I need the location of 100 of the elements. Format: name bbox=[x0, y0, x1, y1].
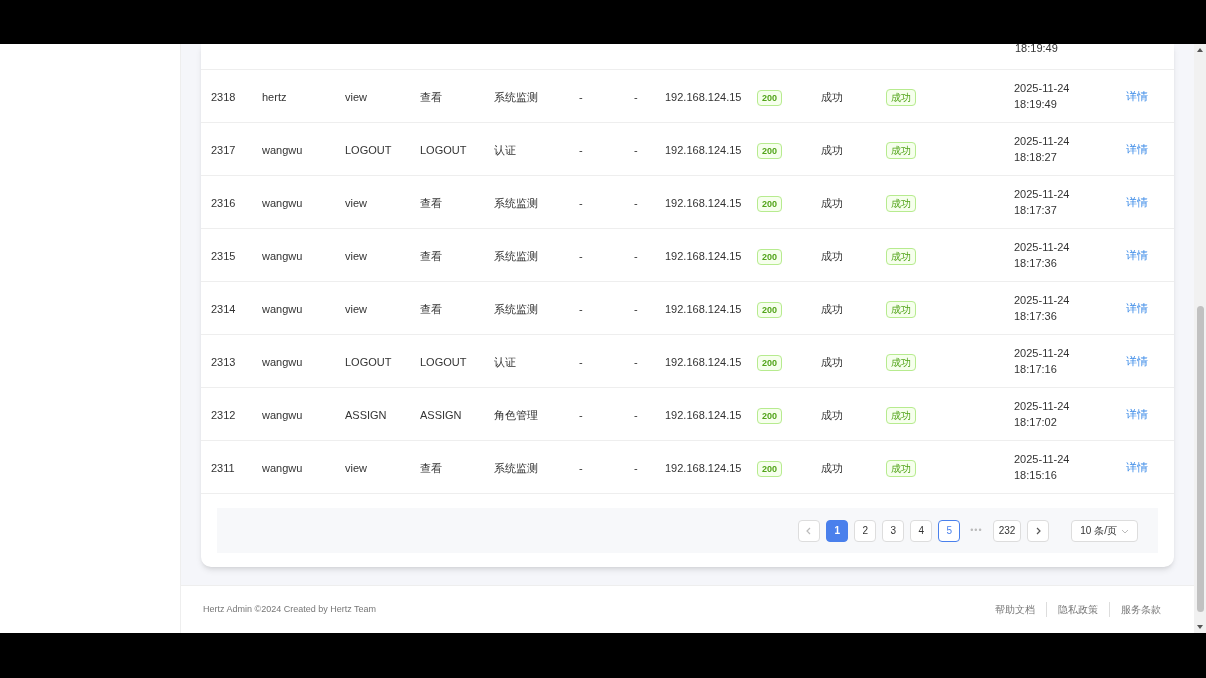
table-cell: ASSIGN bbox=[345, 409, 387, 421]
table-cell-text: 18:15:16 bbox=[1014, 468, 1058, 483]
table-cell-text: 2025-11-24 bbox=[1014, 81, 1071, 96]
previous-page-button[interactable] bbox=[798, 519, 821, 542]
table-cell: 成功 bbox=[821, 144, 843, 156]
table-cell: hertz bbox=[262, 91, 287, 103]
table-cell-text: 2025-11-24 bbox=[1014, 346, 1071, 361]
table-cell-text: 2025-11-24 bbox=[1014, 240, 1071, 255]
details-link[interactable]: 详情 bbox=[1126, 246, 1148, 264]
table-cell: 查看 bbox=[420, 462, 442, 474]
ellipsis: ••• bbox=[969, 523, 984, 537]
table-cell: - bbox=[634, 462, 638, 474]
table-cell: - bbox=[579, 409, 583, 421]
status-tag: 成功 bbox=[886, 248, 916, 265]
copyright-text: Hertz Admin ©2024 Created by Hertz Team bbox=[203, 602, 377, 616]
status-code-tag: 200 bbox=[757, 408, 783, 424]
table-cell: 2313 bbox=[211, 356, 236, 368]
next-page-button[interactable] bbox=[1027, 519, 1050, 542]
table-cell-text: 18:17:37 bbox=[1014, 203, 1058, 218]
table-cell: 18:19:49 bbox=[1015, 42, 1058, 54]
details-link[interactable]: 详情 bbox=[1126, 87, 1148, 105]
details-link[interactable]: 详情 bbox=[1126, 140, 1148, 158]
table-cell: 查看 bbox=[420, 250, 442, 262]
table-cell: 成功 bbox=[821, 197, 843, 209]
table-cell: LOGOUT bbox=[420, 144, 467, 156]
details-link[interactable]: 详情 bbox=[1126, 299, 1148, 317]
status-code-tag: 200 bbox=[757, 355, 783, 371]
table-cell: 认证 bbox=[494, 356, 516, 368]
table-cell: 192.168.124.15 bbox=[665, 91, 742, 103]
status-tag: 成功 bbox=[886, 354, 916, 371]
page-button[interactable]: 2 bbox=[854, 519, 877, 542]
table-cell: 成功 bbox=[821, 303, 843, 315]
table-cell: 2318 bbox=[211, 91, 236, 103]
table-cell: 192.168.124.15 bbox=[665, 409, 742, 421]
table-cell-text: 18:19:49 bbox=[1014, 97, 1058, 112]
table-cell: 角色管理 bbox=[494, 409, 538, 421]
table-cell: ASSIGN bbox=[420, 409, 462, 421]
table-cell: wangwu bbox=[262, 303, 303, 315]
table-cell: wangwu bbox=[262, 356, 303, 368]
status-code-tag: 200 bbox=[757, 196, 783, 212]
table-cell: 查看 bbox=[420, 303, 442, 315]
scrollbar-thumb[interactable] bbox=[1196, 306, 1204, 612]
table-cell: 2317 bbox=[211, 144, 236, 156]
table-cell: 2316 bbox=[211, 197, 236, 209]
table-cell: wangwu bbox=[262, 197, 303, 209]
details-link[interactable]: 详情 bbox=[1126, 193, 1148, 211]
table-cell: - bbox=[579, 462, 583, 474]
page-button[interactable]: 1 bbox=[826, 519, 849, 542]
footer-link[interactable]: 服务条款 bbox=[1109, 602, 1172, 617]
table-cell: LOGOUT bbox=[345, 144, 392, 156]
table-cell: 成功 bbox=[821, 91, 843, 103]
table-cell: - bbox=[579, 303, 583, 315]
table-cell: - bbox=[579, 144, 583, 156]
table-cell: 2315 bbox=[211, 250, 236, 262]
table-cell: - bbox=[634, 144, 638, 156]
page-button[interactable]: 232 bbox=[992, 519, 1022, 542]
table-cell: 成功 bbox=[821, 462, 843, 474]
table-cell: 系统监测 bbox=[494, 91, 538, 103]
status-code-tag: 200 bbox=[757, 302, 783, 318]
footer-link[interactable]: 隐私政策 bbox=[1046, 602, 1109, 617]
table-cell: 成功 bbox=[821, 409, 843, 421]
table-cell: 192.168.124.15 bbox=[665, 356, 742, 368]
table-cell: - bbox=[634, 409, 638, 421]
page-size-select[interactable]: 10 条/页 bbox=[1071, 519, 1138, 542]
table-cell: 2314 bbox=[211, 303, 236, 315]
status-code-tag: 200 bbox=[757, 90, 783, 106]
table-cell: - bbox=[634, 356, 638, 368]
table-cell: 2312 bbox=[211, 409, 236, 421]
page-button[interactable]: 3 bbox=[882, 519, 905, 542]
table-cell: 成功 bbox=[821, 250, 843, 262]
table-cell-text: 18:17:16 bbox=[1014, 362, 1058, 377]
table-cell: LOGOUT bbox=[345, 356, 392, 368]
table-cell-text: 18:17:36 bbox=[1014, 256, 1058, 271]
table-cell-text: 2025-11-24 bbox=[1014, 134, 1071, 149]
table-cell-text: 2025-11-24 bbox=[1014, 293, 1071, 308]
status-tag: 成功 bbox=[886, 89, 916, 106]
details-link[interactable]: 详情 bbox=[1126, 458, 1148, 476]
details-link[interactable]: 详情 bbox=[1126, 352, 1148, 370]
table-cell: 系统监测 bbox=[494, 303, 538, 315]
table-cell-text: 2025-11-24 bbox=[1014, 399, 1071, 414]
scroll-up-icon bbox=[1196, 46, 1204, 54]
table-cell: 192.168.124.15 bbox=[665, 197, 742, 209]
table-cell: 192.168.124.15 bbox=[665, 303, 742, 315]
table-cell: 192.168.124.15 bbox=[665, 144, 742, 156]
table-cell-text: 2025-11-24 bbox=[1014, 452, 1071, 467]
page-button[interactable]: 5 bbox=[938, 519, 961, 542]
details-link[interactable]: 详情 bbox=[1126, 405, 1148, 423]
table-cell: 查看 bbox=[420, 91, 442, 103]
status-tag: 成功 bbox=[886, 142, 916, 159]
table-cell: wangwu bbox=[262, 144, 303, 156]
status-code-tag: 200 bbox=[757, 249, 783, 265]
table-cell: 系统监测 bbox=[494, 250, 538, 262]
page-button[interactable]: 4 bbox=[910, 519, 933, 542]
table-cell: view bbox=[345, 303, 367, 315]
table-cell: wangwu bbox=[262, 462, 303, 474]
table-cell: LOGOUT bbox=[420, 356, 467, 368]
footer-link[interactable]: 帮助文档 bbox=[984, 602, 1046, 617]
table-cell: - bbox=[579, 356, 583, 368]
table-cell: view bbox=[345, 462, 367, 474]
status-tag: 成功 bbox=[886, 301, 916, 318]
